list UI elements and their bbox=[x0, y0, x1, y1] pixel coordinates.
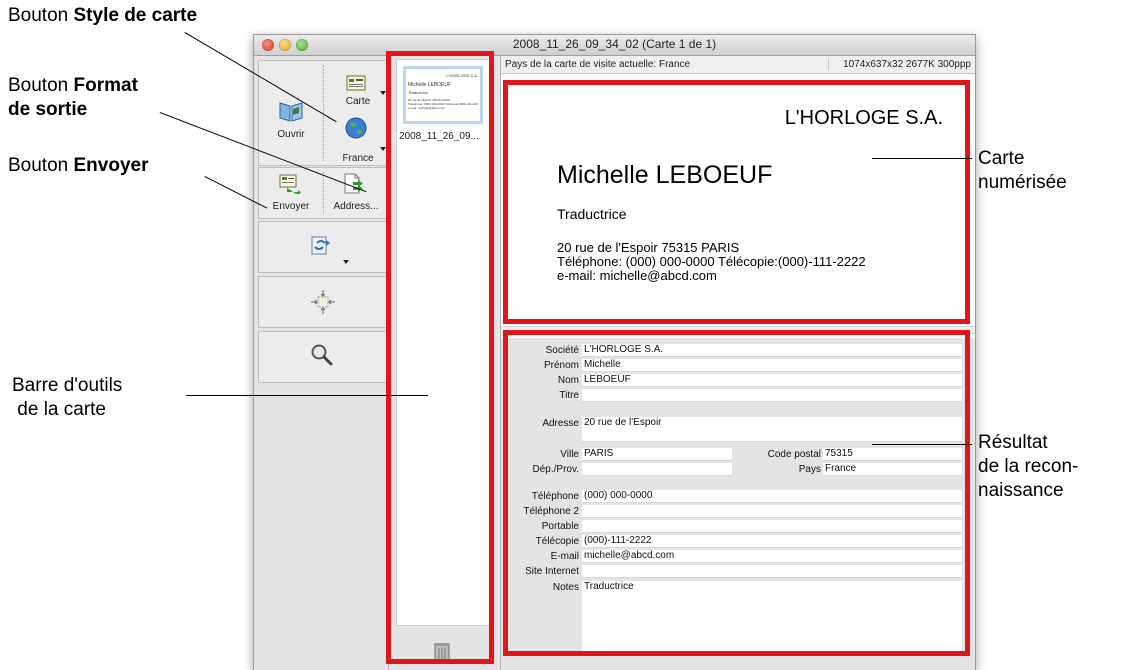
toolbar-divider bbox=[323, 172, 324, 214]
rotate-button[interactable] bbox=[258, 221, 388, 273]
magnifier-icon bbox=[311, 344, 333, 366]
zoom-button[interactable] bbox=[258, 331, 388, 383]
rotate-icon bbox=[311, 236, 330, 255]
card-country-text: Pays de la carte de visite actuelle: Fra… bbox=[505, 59, 691, 70]
send-button[interactable]: Envoyer bbox=[259, 168, 323, 218]
annotation-recognition-result: Résultat de la recon-naissance bbox=[978, 432, 1079, 501]
country-label: France bbox=[342, 153, 374, 164]
rotate-dropdown-icon bbox=[343, 260, 349, 264]
annotation-toolbar: Barre d'outils de la carte bbox=[12, 375, 123, 420]
crop-button[interactable] bbox=[258, 276, 388, 328]
open-book-icon bbox=[279, 102, 303, 122]
globe-icon bbox=[345, 117, 367, 139]
window-title: 2008_11_26_09_34_02 (Carte 1 de 1) bbox=[512, 37, 717, 51]
highlight-recognition-result bbox=[503, 330, 970, 656]
crop-arrows-icon bbox=[311, 290, 335, 314]
send-card-icon bbox=[279, 174, 301, 194]
output-format-button[interactable]: Address... bbox=[325, 168, 387, 218]
title-bar: 2008_11_26_09_34_02 (Carte 1 de 1) bbox=[254, 35, 975, 56]
highlight-thumbnail-list bbox=[386, 51, 494, 664]
send-label: Envoyer bbox=[272, 201, 310, 212]
card-style-label: Carte bbox=[345, 96, 371, 107]
annotation-format-button: Bouton Format de sortie bbox=[8, 75, 138, 120]
open-button[interactable]: Ouvrir bbox=[259, 61, 323, 165]
highlight-scanned-card bbox=[503, 80, 970, 324]
annotation-scanned-card: Carte numérisée bbox=[978, 148, 1067, 193]
card-info-bar: Pays de la carte de visite actuelle: Fra… bbox=[501, 56, 975, 74]
annotation-send-button: Bouton Envoyer bbox=[8, 155, 149, 176]
card-style-button[interactable]: Carte bbox=[325, 61, 387, 113]
output-format-label: Address... bbox=[333, 201, 379, 212]
leader-line bbox=[872, 158, 972, 159]
card-toolbar: Ouvrir Carte France Envoyer Address... bbox=[254, 56, 389, 670]
open-label: Ouvrir bbox=[277, 129, 305, 140]
leader-line bbox=[186, 395, 428, 396]
annotation-style-button: Bouton Style de carte bbox=[8, 5, 198, 26]
leader-line bbox=[872, 444, 972, 445]
image-details-text: 1074x637x32 2677K 300ppp bbox=[828, 59, 971, 70]
card-icon bbox=[346, 75, 366, 91]
